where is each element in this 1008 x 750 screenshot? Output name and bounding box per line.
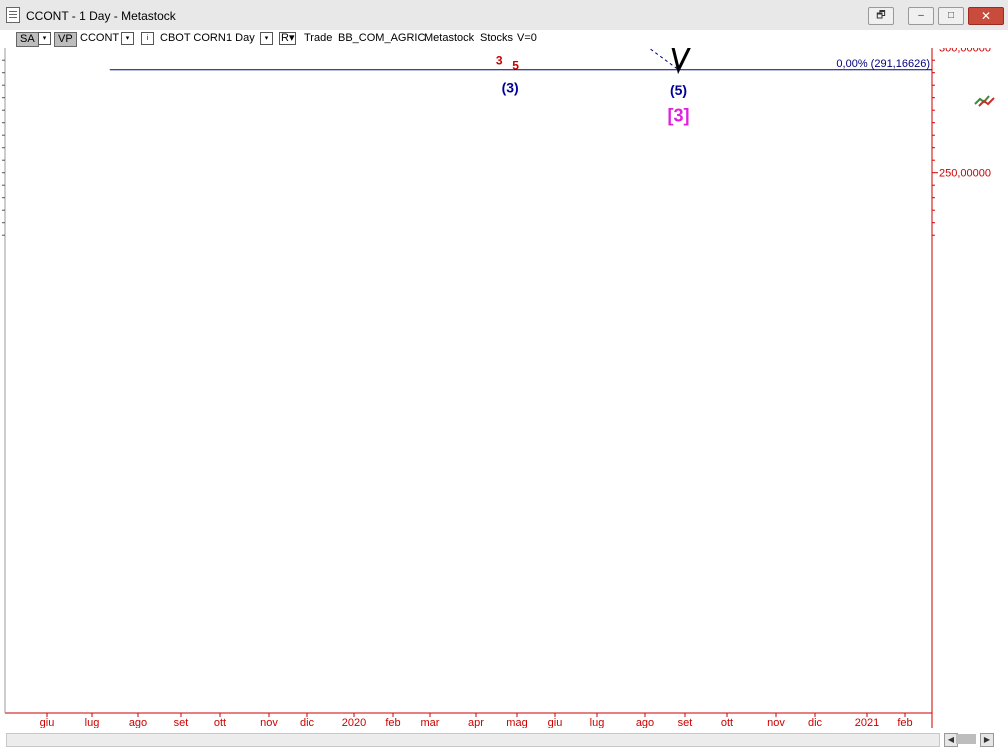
x-tick-label: apr [468,717,484,728]
double-arrow-icon[interactable] [974,92,996,108]
y-tick-label: 300,00000 [939,48,991,55]
x-tick-label: lug [85,717,100,728]
y-tick-label: 250,00000 [939,168,991,180]
x-tick-label: nov [767,717,785,728]
fib-level-label: 0,00% (291,16626) [836,58,930,70]
trendline-dashed[interactable] [110,48,679,71]
wave-label: (3) [502,80,519,96]
mode-label: Trade [304,32,333,44]
x-tick-label: ago [129,717,147,728]
category-label: Stocks [480,32,514,44]
x-tick-label: feb [385,717,400,728]
chart-area[interactable]: 100,00% (458,84947)38,20% (355,22125)0,0… [0,48,1008,728]
wave-label: (5) [670,82,687,98]
x-tick-label: giu [548,717,563,728]
x-tick-label: nov [260,717,278,728]
x-tick-label: set [174,717,189,728]
x-tick-label: mar [421,717,440,728]
scroll-right-button[interactable]: ▶ [980,733,994,747]
projection-line[interactable] [666,48,757,75]
symbol-label: CCONT [80,32,120,44]
chart-toolbar: SA ▾ VP CCONT ▾ i CBOT CORN 1 Day ▾ R▾ T… [0,30,1008,48]
x-tick-label: mag [506,717,527,728]
source-label: BB_COM_AGRIC [338,32,426,44]
wave-label: 5 [512,58,519,72]
maximize-button[interactable]: □ [938,7,964,25]
scroll-thumb[interactable] [956,734,976,744]
vp-button[interactable]: VP [54,32,77,47]
r-button[interactable]: R▾ [279,32,297,45]
wave-label: [3] [668,106,690,126]
minimize-button[interactable]: – [908,7,934,25]
app-document-icon [6,7,20,23]
x-tick-label: lug [590,717,605,728]
sa-dropdown-icon[interactable]: ▾ [38,32,51,45]
x-tick-label: giu [40,717,55,728]
close-button[interactable]: ✕ [968,7,1004,25]
x-tick-label: ott [721,717,733,728]
window-title: CCONT - 1 Day - Metastock [26,9,176,23]
app-label: Metastock [424,32,475,44]
title-bar: CCONT - 1 Day - Metastock 🗗 – □ ✕ [0,0,1008,31]
symbol-dropdown-icon[interactable]: ▾ [121,32,134,45]
x-tick-label: ago [636,717,654,728]
x-tick-label: dic [300,717,315,728]
horizontal-scrollbar[interactable] [6,733,940,747]
x-tick-label: feb [897,717,912,728]
restore-chart-button[interactable]: 🗗 [868,7,894,25]
x-tick-label: 2021 [855,717,879,728]
x-tick-label: dic [808,717,823,728]
info-icon[interactable]: i [141,32,154,45]
volume-label: V=0 [517,32,537,44]
wave-label: 3 [496,53,503,67]
period-dropdown-icon[interactable]: ▾ [260,32,273,45]
x-tick-label: 2020 [342,717,366,728]
price-chart[interactable]: 100,00% (458,84947)38,20% (355,22125)0,0… [0,48,1008,728]
x-tick-label: ott [214,717,226,728]
r-label: R [281,32,289,44]
period-label: 1 Day [226,32,255,44]
security-name: CBOT CORN [160,32,226,44]
sa-button[interactable]: SA [16,32,39,47]
x-tick-label: set [678,717,693,728]
